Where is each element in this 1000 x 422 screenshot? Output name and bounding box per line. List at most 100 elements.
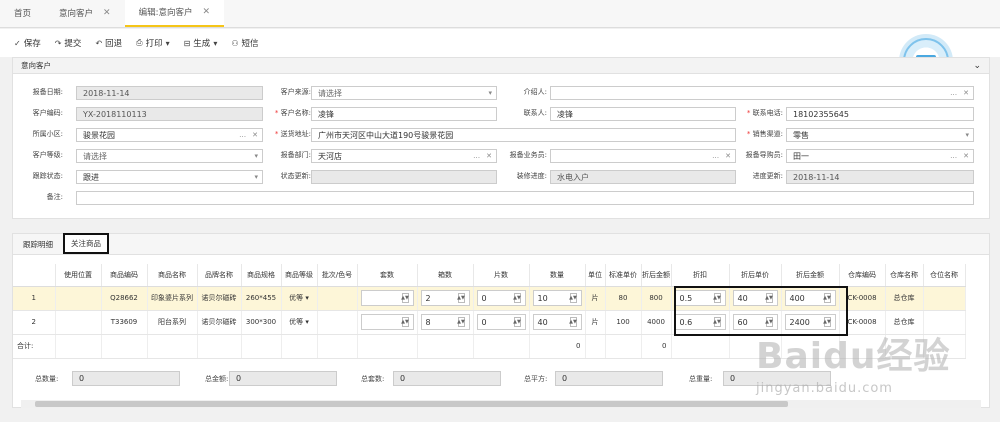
- position-cell[interactable]: [55, 310, 102, 335]
- stepper-icon[interactable]: ▲▼: [401, 317, 409, 327]
- ellipsis-icon[interactable]: …: [950, 89, 957, 97]
- tab-label: 关注商品: [71, 239, 101, 248]
- col-header[interactable]: 数量: [529, 264, 586, 287]
- phone-input[interactable]: 18102355645: [786, 107, 974, 121]
- col-header[interactable]: 商品规格: [241, 264, 282, 287]
- rollback-button[interactable]: ↶ 回退: [95, 37, 123, 50]
- department-field[interactable]: 天河店 … ✕: [311, 149, 497, 163]
- stepper-icon[interactable]: ▲▼: [569, 293, 577, 303]
- ellipsis-icon[interactable]: …: [712, 152, 719, 160]
- stepper-icon[interactable]: ▲▼: [457, 317, 465, 327]
- clear-icon[interactable]: ✕: [252, 131, 258, 139]
- close-icon[interactable]: ✕: [202, 7, 210, 17]
- sales-channel-select[interactable]: 零售 ▾: [786, 128, 974, 142]
- sms-button[interactable]: ⚇ 短信: [231, 37, 258, 50]
- ellipsis-icon[interactable]: …: [239, 131, 246, 139]
- col-header[interactable]: 仓库编码: [839, 264, 886, 287]
- guide-field[interactable]: 田一 … ✕: [786, 149, 974, 163]
- col-header[interactable]: 折后金额: [641, 264, 672, 287]
- rollback-label: 回退: [105, 39, 123, 49]
- qty-stepper[interactable]: 10 ▲▼: [532, 290, 582, 306]
- sets-stepper[interactable]: ▲▼: [360, 290, 414, 306]
- product-name-cell: 印象婆片系列: [147, 286, 198, 311]
- ellipsis-icon[interactable]: …: [473, 152, 480, 160]
- decoration-progress-label: 装修进度:: [516, 172, 547, 180]
- chevron-down-icon[interactable]: ⌄: [973, 61, 981, 71]
- col-header[interactable]: 商品名称: [147, 264, 198, 287]
- clear-icon[interactable]: ✕: [963, 152, 969, 160]
- tab-intent-customer[interactable]: 意向客户 ✕: [45, 0, 125, 27]
- tab-home[interactable]: 首页: [0, 0, 45, 27]
- col-header[interactable]: 品牌名称: [197, 264, 242, 287]
- pieces-stepper[interactable]: 0 ▲▼: [476, 290, 526, 306]
- col-header[interactable]: 使用位置: [55, 264, 102, 287]
- tab-tracking-detail[interactable]: 跟踪明细: [19, 234, 57, 254]
- customer-name-input[interactable]: 凌锋: [311, 107, 497, 121]
- col-header[interactable]: 箱数: [417, 264, 474, 287]
- col-header[interactable]: 商品等级: [281, 264, 318, 287]
- col-header[interactable]: 折后金额: [781, 264, 840, 287]
- batch-cell[interactable]: [317, 286, 358, 311]
- customer-source-select[interactable]: 请选择 ▾: [311, 86, 497, 100]
- customer-level-value: 请选择: [83, 151, 107, 161]
- position-cell[interactable]: [55, 286, 102, 311]
- community-field[interactable]: 骏景花园 … ✕: [76, 128, 263, 142]
- tab-followed-products[interactable]: 关注商品: [63, 233, 109, 254]
- col-header[interactable]: 折扣: [671, 264, 730, 287]
- col-header[interactable]: 仓位名称: [923, 264, 966, 287]
- boxes-stepper[interactable]: 2 ▲▼: [420, 290, 470, 306]
- address-value: 广州市天河区中山大道190号骏景花园: [318, 130, 454, 140]
- scrollbar-thumb[interactable]: [35, 401, 788, 407]
- stepper-icon[interactable]: ▲▼: [457, 293, 465, 303]
- col-header[interactable]: 套数: [357, 264, 418, 287]
- print-button[interactable]: ⎙ 打印 ▾: [136, 37, 169, 49]
- forward-arrow-icon: ↷: [54, 38, 62, 48]
- boxes-stepper[interactable]: 8 ▲▼: [420, 314, 470, 330]
- col-header[interactable]: 片数: [473, 264, 530, 287]
- remark-input[interactable]: [76, 191, 974, 205]
- clear-icon[interactable]: ✕: [963, 89, 969, 97]
- address-input[interactable]: 广州市天河区中山大道190号骏景花园: [311, 128, 736, 142]
- generate-button[interactable]: ⊟ 生成 ▾: [184, 37, 218, 50]
- stepper-icon[interactable]: ▲▼: [401, 293, 409, 303]
- customer-level-select[interactable]: 请选择 ▾: [76, 149, 263, 163]
- contact-input[interactable]: 凌锋: [550, 107, 736, 121]
- col-header[interactable]: 批次/色号: [317, 264, 358, 287]
- col-header[interactable]: 标准单价: [605, 264, 642, 287]
- col-header[interactable]: 商品编码: [101, 264, 148, 287]
- stepper-icon[interactable]: ▲▼: [569, 317, 577, 327]
- ellipsis-icon[interactable]: …: [950, 152, 957, 160]
- introducer-field[interactable]: … ✕: [550, 86, 974, 100]
- bin-cell[interactable]: [923, 286, 966, 311]
- sales-channel-value: 零售: [793, 130, 809, 140]
- salesman-field[interactable]: … ✕: [550, 149, 736, 163]
- close-icon[interactable]: ✕: [103, 8, 111, 18]
- col-header[interactable]: 单位: [585, 264, 606, 287]
- total-qty-value: 0: [79, 374, 85, 383]
- empty-cell: [839, 334, 886, 359]
- clear-icon[interactable]: ✕: [725, 152, 731, 160]
- submit-button[interactable]: ↷ 提交: [54, 37, 82, 50]
- pieces-stepper[interactable]: 0 ▲▼: [476, 314, 526, 330]
- phone-value: 18102355645: [793, 109, 849, 119]
- follow-status-select[interactable]: 跟进 ▾: [76, 170, 263, 184]
- qty-value: 10: [537, 293, 548, 303]
- horizontal-scrollbar[interactable]: [21, 400, 981, 408]
- stepper-icon[interactable]: ▲▼: [513, 317, 521, 327]
- product-code-cell[interactable]: Q28662: [101, 286, 148, 311]
- qty-stepper[interactable]: 40 ▲▼: [532, 314, 582, 330]
- stepper-icon[interactable]: ▲▼: [513, 293, 521, 303]
- clear-icon[interactable]: ✕: [486, 152, 492, 160]
- sets-stepper[interactable]: ▲▼: [360, 314, 414, 330]
- col-header[interactable]: 折后单价: [729, 264, 782, 287]
- empty-cell: [55, 334, 102, 359]
- batch-cell[interactable]: [317, 310, 358, 335]
- save-button[interactable]: ✓ 保存: [14, 37, 41, 50]
- total-sets-label: 总套数:: [361, 375, 385, 383]
- tab-edit-intent-customer[interactable]: 编辑:意向客户 ✕: [124, 0, 224, 27]
- col-header[interactable]: 仓库名称: [885, 264, 924, 287]
- grade-cell[interactable]: 优等 ▾: [281, 286, 318, 311]
- bin-cell[interactable]: [923, 310, 966, 335]
- grade-cell[interactable]: 优等 ▾: [281, 310, 318, 335]
- product-code-cell[interactable]: T33609: [101, 310, 148, 335]
